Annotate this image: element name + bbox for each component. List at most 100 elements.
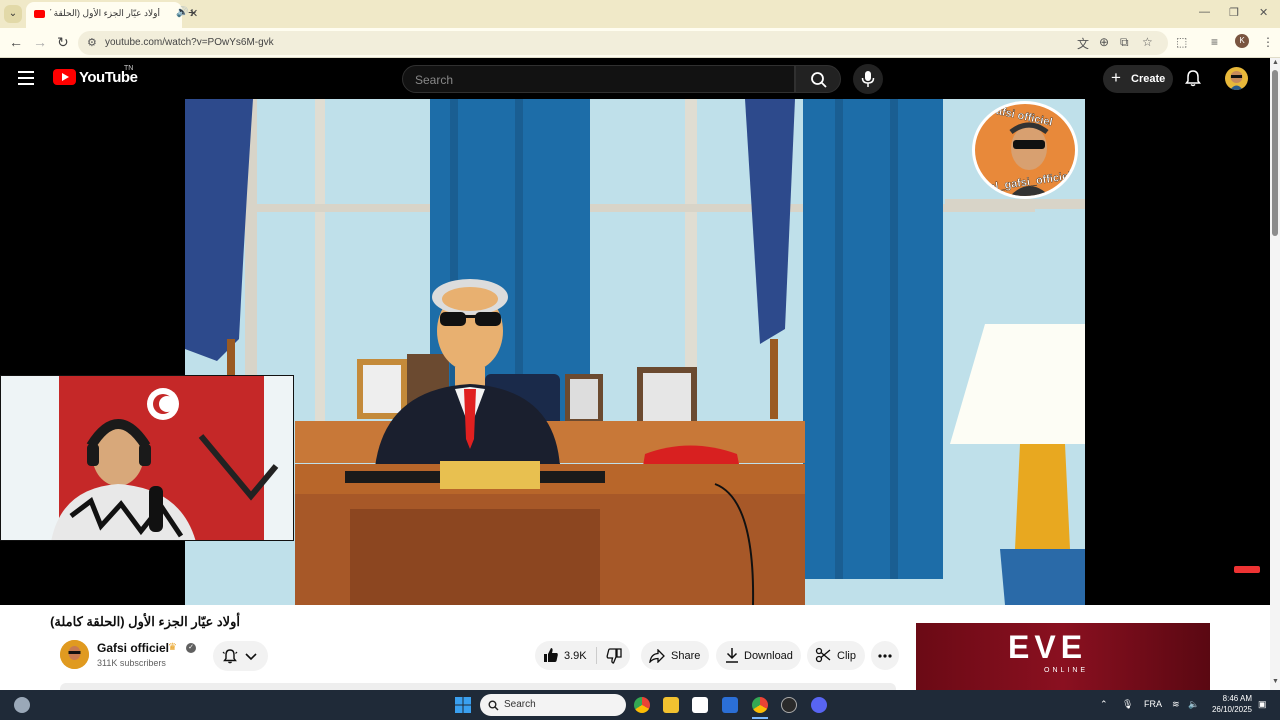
obs-studio-icon[interactable] — [781, 697, 797, 713]
close-window-button[interactable]: ✕ — [1259, 6, 1268, 19]
video-title: أولاد عيّار الجزء الأول (الحلقة كاملة) — [50, 614, 240, 629]
description-box-edge — [60, 683, 896, 690]
notification-center-icon[interactable]: ▣ — [1258, 699, 1267, 710]
like-button[interactable]: 3.9K — [535, 641, 595, 670]
browser-menu-icon[interactable]: ⋮ — [1262, 35, 1274, 49]
widgets-icon[interactable] — [14, 697, 30, 713]
thumbs-up-icon — [544, 648, 558, 662]
video-scene-illustration — [185, 99, 1085, 605]
install-app-icon[interactable]: ⧉ — [1120, 35, 1129, 50]
scrollbar-thumb[interactable] — [1272, 70, 1278, 236]
download-label: Download — [744, 650, 793, 662]
windows-start-icon[interactable] — [455, 697, 471, 713]
more-horizontal-icon — [878, 654, 892, 658]
like-count: 3.9K — [564, 650, 587, 662]
forward-button[interactable]: → — [33, 34, 47, 50]
site-info-icon[interactable]: ⚙ — [87, 36, 97, 49]
thumbs-down-icon — [606, 648, 622, 664]
tray-overflow-chevron-icon[interactable]: ⌃ — [1100, 699, 1108, 710]
scroll-up-arrow-icon[interactable]: ▲ — [1272, 59, 1279, 66]
url-text: youtube.com/watch?v=POwYs6M-gvk — [105, 37, 274, 48]
youtube-favicon-icon — [34, 10, 45, 18]
wifi-icon[interactable]: ≋ — [1172, 699, 1180, 710]
clip-button[interactable]: Clip — [807, 641, 865, 670]
share-button[interactable]: Share — [641, 641, 709, 670]
plus-icon: + — [1111, 68, 1121, 87]
ad-brand-logo: EVE — [1008, 629, 1088, 665]
active-app-indicator — [752, 717, 768, 719]
video-player[interactable]: Gafsi officiel el_gafsi_officiel — [0, 99, 1270, 605]
subscription-notifications-button[interactable] — [213, 641, 268, 671]
ad-banner[interactable]: EVE ONLINE — [916, 623, 1210, 690]
browser-tab-bar: ⌄ أولاد عيّار الجزء الأول (الحلقة كاملة)… — [0, 0, 1280, 28]
chrome-taskbar-icon[interactable] — [634, 697, 650, 713]
search-icon — [811, 72, 827, 88]
more-actions-button[interactable] — [871, 641, 899, 670]
chrome-active-window-icon[interactable] — [752, 697, 768, 713]
share-label: Share — [671, 650, 701, 662]
subscribe-indicator — [1234, 566, 1260, 573]
video-frame — [185, 99, 1085, 605]
browser-tab-active[interactable]: أولاد عيّار الجزء الأول (الحلقة كاملة) 🔊… — [26, 2, 198, 28]
tab-title: أولاد عيّار الجزء الأول (الحلقة كاملة) — [50, 8, 160, 18]
guide-menu-icon[interactable] — [18, 71, 34, 85]
clip-label: Clip — [837, 650, 856, 662]
channel-name[interactable]: Gafsi officiel — [97, 641, 169, 655]
bell-icon — [222, 649, 238, 664]
channel-watermark[interactable]: Gafsi officiel el_gafsi_officiel — [972, 101, 1078, 199]
browser-profile-avatar[interactable]: K — [1235, 34, 1249, 48]
system-clock[interactable]: 8:46 AM 26/10/2025 — [1210, 693, 1252, 715]
zoom-icon[interactable]: ⊕ — [1099, 35, 1109, 49]
minimize-window-button[interactable]: — — [1199, 6, 1210, 18]
clock-date: 26/10/2025 — [1211, 705, 1252, 714]
clock-time: 8:46 AM — [1222, 694, 1252, 703]
search-placeholder: Search — [415, 73, 454, 87]
microsoft-store-icon[interactable] — [692, 697, 708, 713]
download-button[interactable]: Download — [716, 641, 801, 670]
extensions-icon[interactable]: ⬚ — [1176, 35, 1187, 49]
file-explorer-icon[interactable] — [663, 697, 679, 713]
scroll-down-arrow-icon[interactable]: ▼ — [1272, 678, 1279, 685]
taskbar-search-label: Search — [504, 699, 536, 710]
volume-icon[interactable]: 🔈 — [1188, 699, 1199, 710]
youtube-page: YouTube TN Search + Create Gafsi officie… — [0, 58, 1270, 690]
translate-icon[interactable]: 文 — [1077, 35, 1089, 52]
search-input[interactable]: Search — [402, 65, 795, 93]
reload-button[interactable]: ↻ — [57, 34, 69, 51]
streamer-webcam-overlay — [0, 375, 294, 541]
mail-app-icon[interactable] — [722, 697, 738, 713]
page-scrollbar[interactable]: ▲ ▼ — [1270, 58, 1280, 690]
tab-audio-icon[interactable]: 🔊 — [176, 7, 188, 18]
taskbar-search-icon — [488, 700, 499, 711]
dislike-button[interactable] — [597, 641, 630, 670]
crown-icon: ♛ — [168, 642, 177, 653]
ad-brand-subtitle: ONLINE — [1044, 667, 1089, 674]
taskbar-search-box[interactable]: Search — [480, 694, 626, 716]
windows-taskbar: Search ⌃ 🎙 FRA ≋ 🔈 8:46 AM 26/10/2025 ▣ — [0, 690, 1280, 720]
search-button[interactable] — [795, 65, 841, 93]
create-button[interactable]: + Create — [1103, 65, 1173, 93]
scissors-icon — [815, 647, 831, 663]
channel-avatar[interactable] — [60, 640, 89, 669]
webcam-image — [1, 376, 293, 540]
notifications-bell-icon[interactable] — [1184, 69, 1202, 87]
voice-search-button[interactable] — [853, 64, 883, 94]
reading-list-icon[interactable]: ≡ — [1211, 35, 1218, 49]
tray-microphone-icon[interactable]: 🎙 — [1122, 699, 1133, 710]
tab-search-icon[interactable]: ⌄ — [4, 5, 22, 23]
user-avatar[interactable] — [1225, 67, 1248, 90]
back-button[interactable]: ← — [9, 34, 23, 50]
address-bar[interactable]: ⚙ youtube.com/watch?v=POwYs6M-gvk — [78, 31, 1168, 55]
microphone-icon — [861, 71, 875, 87]
new-tab-button[interactable]: + — [188, 4, 196, 20]
maximize-window-button[interactable]: ❐ — [1229, 6, 1239, 19]
browser-toolbar: ← → ↻ ⚙ youtube.com/watch?v=POwYs6M-gvk … — [0, 28, 1280, 58]
like-dislike-group: 3.9K — [535, 641, 630, 670]
input-language[interactable]: FRA — [1144, 699, 1162, 709]
create-label: Create — [1131, 73, 1166, 85]
download-icon — [726, 648, 738, 663]
verified-badge-icon: ✓ — [186, 643, 196, 653]
subscriber-count: 311K subscribers — [97, 658, 166, 668]
discord-icon[interactable] — [811, 697, 827, 713]
bookmark-star-icon[interactable]: ☆ — [1142, 35, 1153, 49]
